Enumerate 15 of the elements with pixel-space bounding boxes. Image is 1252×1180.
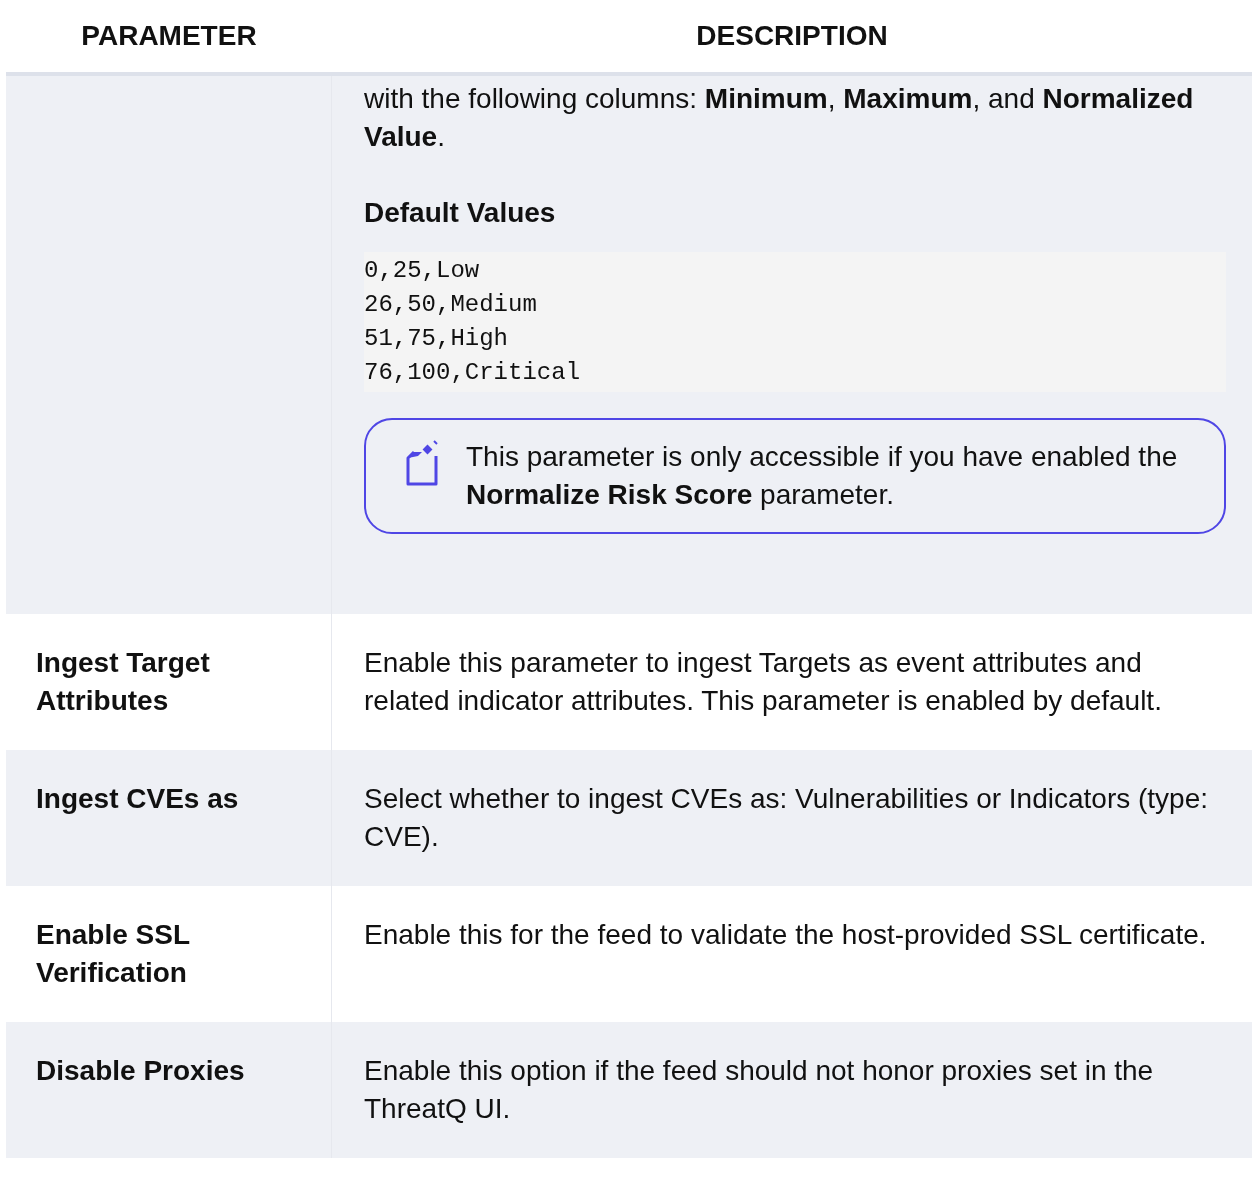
description-text: Enable this option if the feed should not honor proxies set in the ThreatQ UI. xyxy=(364,1054,1155,1126)
column-header: DESCRIPTION xyxy=(695,19,889,53)
column-header: PARAMETER xyxy=(80,19,258,53)
section-heading: Default Values xyxy=(364,196,557,230)
code-block: 0,25,Low 26,50,Medium 51,75,High 76,100,Critical xyxy=(364,252,1226,392)
description-text: with the following columns: Minimum, Maximum, and Normalized Value. xyxy=(364,82,1195,154)
description-text: Select whether to ingest CVEs as: Vulnerabilities or Indicators (type: CVE). xyxy=(364,782,1210,854)
parameter-name: Enable SSL Verification xyxy=(36,918,191,990)
parameter-name: Ingest CVEs as xyxy=(36,782,240,816)
note-text: This parameter is only accessible if you have enabled the Normalize Risk Score parameter. xyxy=(466,440,1179,512)
note-icon xyxy=(404,440,440,488)
description-text: Enable this for the feed to validate the host-provided SSL certificate. xyxy=(364,918,1208,952)
parameter-name: Ingest Target Attributes xyxy=(36,646,211,718)
parameter-name: Disable Proxies xyxy=(36,1054,246,1088)
description-text: Enable this parameter to ingest Targets as event attributes and related indicator attributes. This parameter is enabled by default. xyxy=(364,646,1163,718)
